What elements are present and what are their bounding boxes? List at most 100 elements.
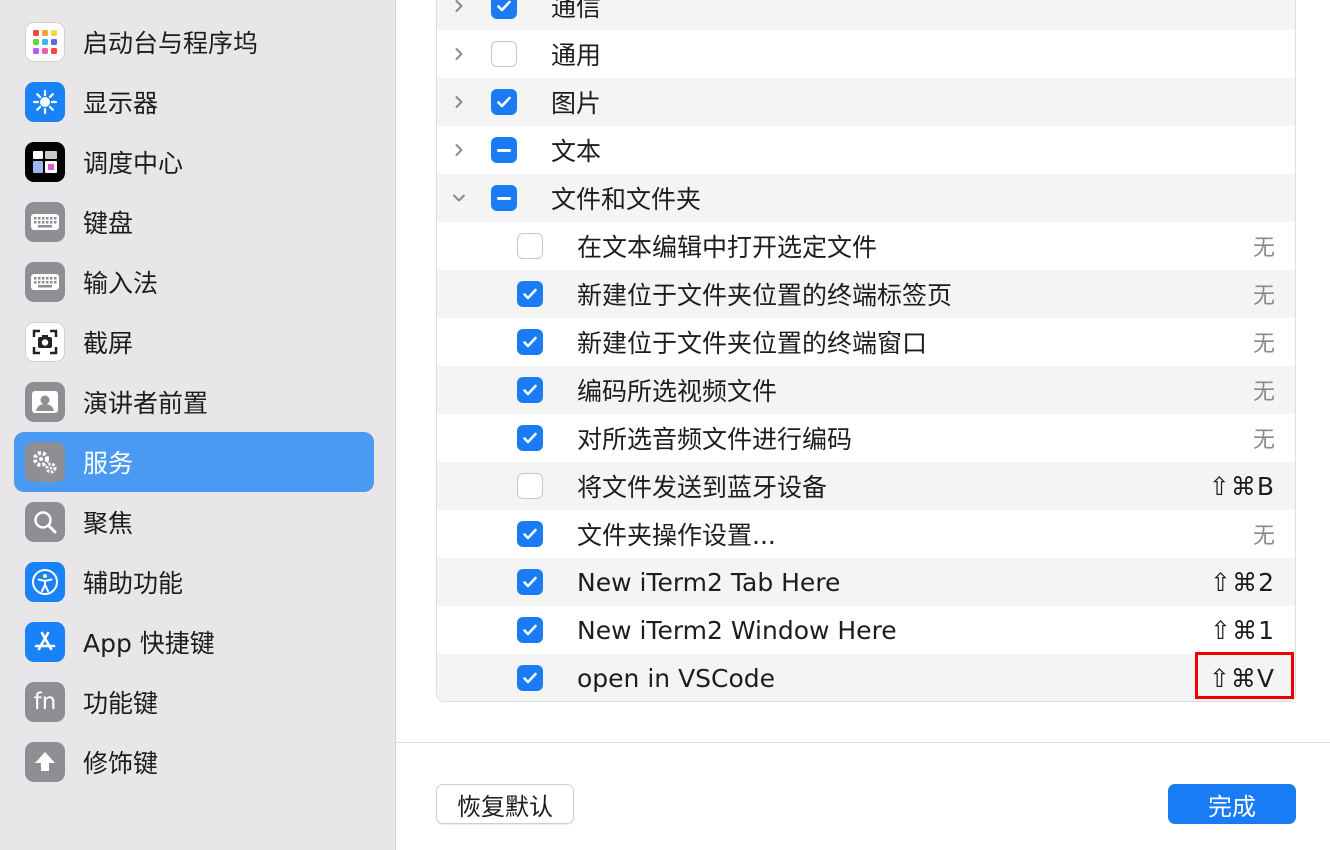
service-label: 文本	[551, 137, 602, 166]
restore-defaults-button[interactable]: 恢复默认	[436, 784, 574, 824]
sidebar-item-label: 输入法	[83, 269, 159, 298]
service-category-row[interactable]: 文本	[437, 126, 1295, 174]
keyboard-icon	[25, 262, 65, 302]
service-row[interactable]: 在文本编辑中打开选定文件 无	[437, 222, 1295, 270]
sidebar-item-label: 修饰键	[83, 749, 159, 778]
service-checkbox[interactable]	[491, 89, 517, 115]
sidebar-item-label: 键盘	[83, 209, 134, 238]
service-checkbox[interactable]	[517, 281, 543, 307]
service-category-row[interactable]: 通信	[437, 0, 1295, 30]
service-row[interactable]: open in VSCode ⇧⌘V	[437, 654, 1295, 701]
service-label: 图片	[551, 89, 602, 118]
keyboard-shortcut[interactable]: ⇧⌘2	[1210, 568, 1275, 597]
service-checkbox[interactable]	[517, 521, 543, 547]
sidebar-item-10[interactable]: App 快捷键	[14, 612, 374, 672]
chevron-right-icon[interactable]	[447, 138, 471, 162]
service-label: 通信	[551, 0, 602, 22]
service-checkbox[interactable]	[517, 377, 543, 403]
magnifier-icon	[25, 502, 65, 542]
sidebar-item-12[interactable]: 修饰键	[14, 732, 374, 792]
service-checkbox[interactable]	[491, 41, 517, 67]
service-checkbox[interactable]	[517, 473, 543, 499]
launchpad-icon	[25, 22, 65, 62]
service-label: 将文件发送到蓝牙设备	[577, 473, 828, 502]
service-category-row[interactable]: 图片	[437, 78, 1295, 126]
chevron-right-icon[interactable]	[447, 90, 471, 114]
service-checkbox[interactable]	[517, 617, 543, 643]
sidebar-item-0[interactable]: 启动台与程序坞	[14, 12, 374, 72]
sidebar-item-label: 功能键	[83, 689, 159, 718]
footer-divider	[396, 742, 1330, 743]
service-checkbox[interactable]	[517, 329, 543, 355]
service-checkbox[interactable]	[491, 185, 517, 211]
keyboard-shortcut[interactable]: 无	[1253, 374, 1275, 406]
service-category-row[interactable]: 文件和文件夹	[437, 174, 1295, 222]
sidebar-item-label: App 快捷键	[83, 629, 215, 658]
service-row[interactable]: New iTerm2 Tab Here ⇧⌘2	[437, 558, 1295, 606]
service-checkbox[interactable]	[491, 137, 517, 163]
sidebar-item-label: 截屏	[83, 329, 134, 358]
service-label: 对所选音频文件进行编码	[577, 425, 853, 454]
service-label: 文件夹操作设置...	[577, 521, 776, 550]
service-row[interactable]: 对所选音频文件进行编码 无	[437, 414, 1295, 462]
service-checkbox[interactable]	[491, 0, 517, 19]
sidebar-item-9[interactable]: 辅助功能	[14, 552, 374, 612]
service-checkbox[interactable]	[517, 233, 543, 259]
keyboard-shortcut[interactable]: 无	[1253, 422, 1275, 454]
service-label: 在文本编辑中打开选定文件	[577, 233, 878, 262]
sidebar-item-label: 启动台与程序坞	[83, 29, 259, 58]
chevron-right-icon[interactable]	[447, 42, 471, 66]
app-store-icon	[25, 622, 65, 662]
service-row[interactable]: 新建位于文件夹位置的终端标签页 无	[437, 270, 1295, 318]
sidebar-item-label: 演讲者前置	[83, 389, 209, 418]
service-row[interactable]: 编码所选视频文件 无	[437, 366, 1295, 414]
keyboard-shortcut[interactable]: ⇧⌘V	[1209, 664, 1275, 693]
keyboard-shortcut[interactable]: ⇧⌘1	[1210, 616, 1275, 645]
done-button[interactable]: 完成	[1168, 784, 1296, 824]
accessibility-icon	[25, 562, 65, 602]
sidebar-item-1[interactable]: 显示器	[14, 72, 374, 132]
service-row[interactable]: 将文件发送到蓝牙设备 ⇧⌘B	[437, 462, 1295, 510]
sidebar-item-2[interactable]: 调度中心	[14, 132, 374, 192]
sidebar-item-11[interactable]: fn 功能键	[14, 672, 374, 732]
sidebar-item-5[interactable]: 截屏	[14, 312, 374, 372]
service-label: New iTerm2 Tab Here	[577, 567, 841, 597]
service-label: 通用	[551, 41, 602, 70]
service-label: New iTerm2 Window Here	[577, 615, 897, 645]
sidebar-item-label: 聚焦	[83, 509, 134, 538]
sidebar-item-3[interactable]: 键盘	[14, 192, 374, 252]
service-label: 新建位于文件夹位置的终端标签页	[577, 281, 953, 310]
sidebar-item-6[interactable]: 演讲者前置	[14, 372, 374, 432]
gears-icon	[25, 442, 65, 482]
keyboard-shortcut[interactable]: 无	[1253, 278, 1275, 310]
service-checkbox[interactable]	[517, 425, 543, 451]
keyboard-shortcut[interactable]: 无	[1253, 326, 1275, 358]
presenter-icon	[25, 382, 65, 422]
service-label: open in VSCode	[577, 663, 776, 693]
service-row[interactable]: 文件夹操作设置... 无	[437, 510, 1295, 558]
services-list: 通信 通用 图片 文本 文件和文件夹 在文本编辑中打开选定文件无新建位于文件夹位置的终端标…	[436, 0, 1296, 702]
sidebar-item-label: 辅助功能	[83, 569, 184, 598]
keyboard-shortcut[interactable]: 无	[1253, 518, 1275, 550]
service-checkbox[interactable]	[517, 569, 543, 595]
chevron-down-icon[interactable]	[447, 186, 471, 210]
sidebar-item-8[interactable]: 聚焦	[14, 492, 374, 552]
service-checkbox[interactable]	[517, 665, 543, 691]
keyboard-shortcut[interactable]: ⇧⌘B	[1209, 472, 1275, 501]
service-row[interactable]: New iTerm2 Window Here ⇧⌘1	[437, 606, 1295, 654]
keyboard-icon	[25, 202, 65, 242]
sidebar-item-7[interactable]: 服务	[14, 432, 374, 492]
chevron-right-icon[interactable]	[447, 0, 471, 18]
service-category-row[interactable]: 通用	[437, 30, 1295, 78]
service-label: 编码所选视频文件	[577, 377, 778, 406]
screenshot-icon	[25, 322, 65, 362]
display-sun-icon	[25, 82, 65, 122]
keyboard-shortcut[interactable]: 无	[1253, 230, 1275, 262]
sidebar-item-label: 服务	[83, 449, 134, 478]
sidebar-item-4[interactable]: 输入法	[14, 252, 374, 312]
service-row[interactable]: 新建位于文件夹位置的终端窗口 无	[437, 318, 1295, 366]
fn-key-icon: fn	[25, 682, 65, 722]
mission-control-icon	[25, 142, 65, 182]
arrow-up-icon	[25, 742, 65, 782]
sidebar: 启动台与程序坞显示器 调度中心键盘输入法截屏演讲者前置服务聚焦辅助功能 App 快捷…	[0, 0, 396, 850]
